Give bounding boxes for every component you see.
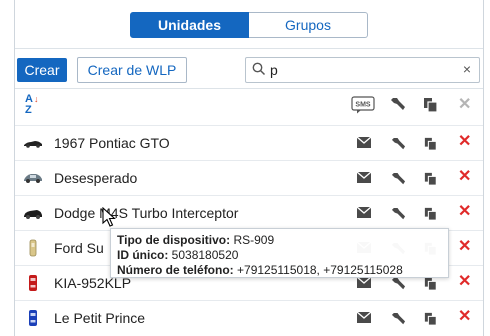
delete-icon[interactable]: ✕ xyxy=(458,274,471,290)
wrench-icon[interactable] xyxy=(391,137,406,152)
copy-icon[interactable] xyxy=(424,277,438,291)
sort-az-icon[interactable]: A Z ↓ xyxy=(25,93,41,117)
create-from-wlp-button[interactable]: Crear de WLP xyxy=(77,57,187,83)
bottle-car-icon xyxy=(29,239,37,257)
unique-id-value: 5038180520 xyxy=(171,248,239,262)
tab-groups[interactable]: Grupos xyxy=(249,12,368,38)
list-header: A Z ↓ SMS ✕ xyxy=(15,88,483,122)
phone-label: Número de teléfono: xyxy=(117,263,234,277)
list-item[interactable]: Le Petit Prince ✕ xyxy=(15,300,483,336)
copy-icon[interactable] xyxy=(424,312,438,326)
list-item[interactable]: Desesperado ✕ xyxy=(15,160,483,196)
list-item[interactable]: 1967 Pontiac GTO ✕ xyxy=(15,125,483,161)
clear-search-icon[interactable]: × xyxy=(463,61,471,77)
search-input[interactable] xyxy=(270,61,450,79)
search-icon xyxy=(252,62,266,76)
copy-icon[interactable] xyxy=(423,97,439,113)
unit-name[interactable]: 1967 Pontiac GTO xyxy=(54,135,170,151)
delete-icon[interactable]: ✕ xyxy=(458,309,471,325)
delete-icon[interactable]: ✕ xyxy=(458,239,471,255)
grey-car-icon xyxy=(24,174,42,183)
unit-name[interactable]: Ford Su xyxy=(54,240,104,256)
copy-icon[interactable] xyxy=(424,207,438,221)
sms-label: SMS xyxy=(355,102,371,109)
unit-name[interactable]: Desesperado xyxy=(54,170,137,186)
unit-name[interactable]: Dodge M4S Turbo Interceptor xyxy=(54,205,238,221)
sms-icon[interactable]: SMS xyxy=(351,96,375,114)
wrench-icon[interactable] xyxy=(391,277,406,292)
unique-id-label: ID único: xyxy=(117,248,169,262)
envelope-icon[interactable] xyxy=(357,277,371,288)
black-sports-car-icon xyxy=(24,210,42,219)
unit-name[interactable]: Le Petit Prince xyxy=(54,310,145,326)
search-box: × xyxy=(245,57,480,83)
envelope-icon[interactable] xyxy=(357,172,371,183)
mouse-cursor-icon xyxy=(102,207,116,227)
tab-units[interactable]: Unidades xyxy=(130,12,249,38)
wrench-icon[interactable] xyxy=(391,207,406,222)
delete-icon[interactable]: ✕ xyxy=(458,204,471,220)
divider xyxy=(15,48,483,49)
wrench-icon[interactable] xyxy=(390,97,406,113)
envelope-icon[interactable] xyxy=(357,312,371,323)
units-groups-switch: Unidades Grupos xyxy=(130,12,368,38)
wrench-icon[interactable] xyxy=(391,312,406,327)
units-panel: Unidades Grupos Crear Crear de WLP × AZ↓… xyxy=(14,0,484,336)
blue-car-icon xyxy=(29,310,37,326)
delete-icon[interactable]: ✕ xyxy=(458,134,471,150)
red-car-icon xyxy=(29,275,37,291)
wrench-icon[interactable] xyxy=(391,172,406,187)
create-button[interactable]: Crear xyxy=(17,58,67,82)
copy-icon[interactable] xyxy=(424,172,438,186)
envelope-icon[interactable] xyxy=(357,207,371,218)
delete-icon[interactable]: ✕ xyxy=(458,169,471,185)
black-car-icon xyxy=(24,141,42,148)
envelope-icon[interactable] xyxy=(357,137,371,148)
list-item[interactable]: Dodge M4S Turbo Interceptor ✕ xyxy=(15,195,483,231)
delete-all-icon[interactable]: ✕ xyxy=(458,94,471,114)
unit-info-tooltip: Tipo de dispositivo: RS-909 ID único: 50… xyxy=(110,228,449,278)
device-type-label: Tipo de dispositivo: xyxy=(117,233,231,247)
copy-icon[interactable] xyxy=(424,137,438,151)
device-type-value: RS-909 xyxy=(233,233,275,247)
phone-value: +79125115018, +79125115028 xyxy=(237,263,403,277)
